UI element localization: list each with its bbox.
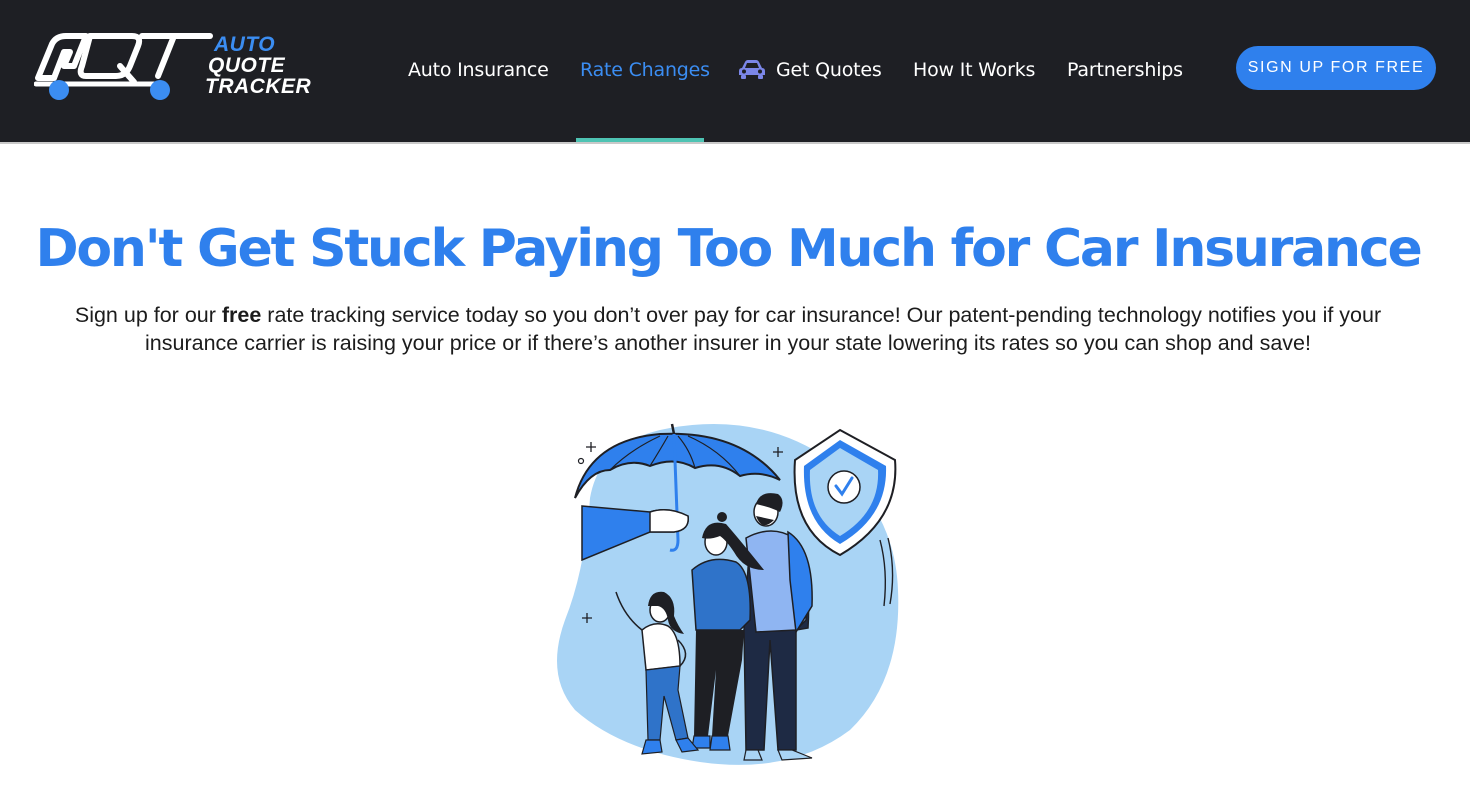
logo-line-quote: QUOTE [208,54,286,77]
family-umbrella-shield-illustration [557,423,899,765]
nav-get-quotes-label: Get Quotes [776,59,882,81]
nav-auto-insurance[interactable]: Auto Insurance [408,48,549,92]
logo-wordmark: AUTO QUOTE TRACKER [205,33,312,98]
nav-rate-changes[interactable]: Rate Changes [580,48,710,92]
hero-desc-start: Sign up for our [74,303,222,327]
nav-partnerships[interactable]: Partnerships [1067,48,1183,92]
car-icon [739,59,765,79]
hero-headline: Don't Get Stuck Paying Too Much for Car … [35,219,1422,279]
hero-desc-free: free [221,303,262,327]
nav-get-quotes[interactable]: Get Quotes [738,48,882,92]
hero-desc-rest: rate tracking service today so you don’t… [145,303,1382,355]
sign-up-button[interactable]: SIGN UP FOR FREE [1236,46,1436,90]
site-logo[interactable]: AUTO QUOTE TRACKER [34,32,344,104]
top-navbar: AUTO QUOTE TRACKER Auto Insurance Rate C… [0,0,1470,144]
logo-line-auto: AUTO [214,33,276,56]
nav-how-it-works[interactable]: How It Works [913,48,1035,92]
aqt-logo-mark-icon [34,33,213,100]
logo-line-tracker: TRACKER [205,75,312,98]
hero-description: Sign up for our free rate tracking servi… [40,301,1416,357]
nav-active-indicator [576,138,704,142]
